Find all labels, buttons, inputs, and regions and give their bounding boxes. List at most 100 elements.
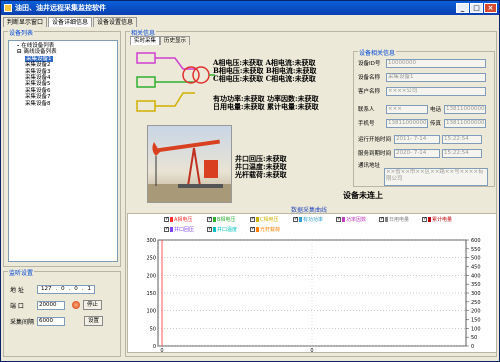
port-input[interactable]: 20000	[37, 300, 65, 310]
main-tabs: 判断显示窗口 设备详细信息 设备设置信息	[3, 17, 138, 27]
pumpjack-illustration	[148, 139, 231, 202]
y-right-tick-label: 300	[471, 291, 481, 297]
device-id-label: 设备ID号	[358, 61, 381, 67]
service-time-picker[interactable]: 15:22:54	[442, 148, 482, 158]
fax-label: 传真	[430, 121, 442, 127]
y-right-tick-label: 400	[471, 273, 481, 279]
tab-device-details[interactable]: 设备详细信息	[48, 17, 93, 27]
tree-item-label: 采集设备3	[25, 68, 51, 75]
y-right-tick-label: 0	[471, 344, 474, 350]
interval-label: 采集间隔	[10, 318, 35, 326]
start-date-picker[interactable]: 2011- 7-14	[394, 134, 440, 144]
maximize-button[interactable]: □	[470, 3, 483, 13]
y-right-tick-label: 200	[471, 309, 481, 315]
tree-item-label: 采集设备8	[25, 100, 51, 107]
device-list-group: 设备列表 - 在线设备列表 ⊟ 离线设备列表 采集设备1 采集设备2 采集设备3 采集设备4 采…	[3, 28, 121, 267]
pumpjack-image	[147, 125, 232, 203]
y-right-tick-label: 450	[471, 265, 481, 271]
sub-tabs: 实时采集 历史显示	[130, 36, 191, 45]
listen-settings-title: 监听设置	[8, 268, 35, 277]
device-name-field[interactable]: 采集设备1	[386, 72, 486, 82]
meter-box-a	[136, 52, 156, 64]
device-tree[interactable]: - 在线设备列表 ⊟ 离线设备列表 采集设备1 采集设备2 采集设备3 采集设备4 采集设备5 采…	[8, 40, 118, 262]
tab-display[interactable]: 判断显示窗口	[3, 17, 48, 27]
device-info-title: 设备相关信息	[358, 48, 397, 57]
power-values: 有功功率:未获取 功率因数:未获取 日用电量:未获取 累计电量:未获取	[213, 95, 319, 111]
main-window: 油田、油井远程采集监控软件 _ □ × 判断显示窗口 设备详细信息 设备设置信息…	[0, 0, 500, 362]
y-left-tick-label: 100	[146, 309, 156, 315]
y-right-tick-label: 600	[471, 238, 481, 244]
counterweight	[204, 160, 218, 178]
fax-field[interactable]: 13811000000	[444, 118, 486, 128]
service-expiry-label: 服务到期时间	[358, 151, 392, 157]
well-values: 井口回压:未获取 井口温度:未获取 光杆载荷:未获取	[235, 155, 287, 179]
chart-container: ✓ A相电压 ✓ B相电压 ✓ C相电压 ✓ 有功功率 ✓ 功率因数 ✓ 日用电量 ✓ 累计电量 ✓ 井口回压…	[127, 213, 497, 354]
phase-c-values: C相电压:未获取 C相电流:未获取	[213, 74, 316, 83]
device-list-title: 设备列表	[8, 28, 35, 37]
tree-item-label: 采集设备7	[25, 94, 51, 101]
device-name-label: 设备名称	[358, 75, 381, 81]
x-tick-label: 0	[160, 348, 163, 354]
tree-item[interactable]: 采集设备8	[11, 101, 115, 107]
ip-octet-3: 0	[74, 285, 78, 292]
contact-field[interactable]: ×××	[386, 104, 428, 114]
tree-item-label: 采集设备5	[25, 81, 51, 88]
listen-settings-group: 监听设置 地 址 127. 0. 0. 1 端 口 20000 停止 采集间隔 …	[3, 268, 121, 357]
ip-octet-1: 127	[40, 285, 52, 292]
connection-status: 设备未连上	[343, 191, 383, 200]
port-label: 端 口	[10, 302, 24, 310]
minimize-button[interactable]: _	[456, 3, 469, 13]
address-info-label: 通讯地址	[358, 163, 381, 169]
ip-address-input[interactable]: 127. 0. 0. 1	[37, 284, 95, 294]
y-right-tick-label: 150	[471, 318, 481, 324]
ip-octet-4: 1	[87, 285, 91, 292]
tree-expander-icon[interactable]: ⊟	[17, 49, 22, 55]
stop-button[interactable]: 停止	[83, 300, 103, 310]
set-button[interactable]: 设置	[84, 316, 104, 326]
title-bar[interactable]: 油田、油井远程采集监控软件 _ □ ×	[1, 1, 499, 15]
start-time-picker[interactable]: 15:22:54	[442, 134, 482, 144]
contact-label: 联系人	[358, 107, 375, 113]
rod-load-value: 光杆载荷:未获取	[235, 170, 287, 179]
customer-field[interactable]: ××××公司	[386, 86, 486, 96]
ip-octet-2: 0	[61, 285, 65, 292]
walking-beam	[158, 139, 220, 153]
mobile-field[interactable]: 13811000000	[386, 118, 428, 128]
y-right-tick-label: 550	[471, 247, 481, 253]
y-right-tick-label: 500	[471, 256, 481, 262]
close-button[interactable]: ×	[484, 3, 497, 13]
phone-field[interactable]: 13811000000	[444, 104, 486, 114]
wiring-diagram	[136, 52, 215, 112]
app-icon	[4, 4, 12, 12]
customer-label: 客户名称	[358, 89, 381, 95]
y-right-tick-label: 50	[471, 335, 477, 341]
device-id-field[interactable]: 10000000	[386, 58, 486, 68]
pumpjack-frame	[186, 147, 202, 187]
tab-history[interactable]: 历史显示	[160, 36, 191, 45]
address-textarea[interactable]: ××省××市××区××路××号××××有限公司	[384, 168, 488, 186]
tab-device-settings[interactable]: 设备设置信息	[93, 17, 138, 27]
app-title: 油田、油井远程采集监控软件	[15, 4, 106, 12]
left-panel: 设备列表 - 在线设备列表 ⊟ 离线设备列表 采集设备1 采集设备2 采集设备3 采集设备4 采…	[3, 27, 121, 357]
status-light-icon	[72, 301, 80, 309]
meter-box-b	[136, 76, 156, 88]
base	[178, 184, 223, 188]
y-left-tick-label: 0	[153, 344, 156, 350]
y-right-tick-label: 100	[471, 326, 481, 332]
tab-realtime[interactable]: 实时采集	[130, 36, 161, 45]
address-label: 地 址	[10, 286, 24, 294]
y-left-tick-label: 200	[146, 273, 156, 279]
right-panel: 相关信息 实时采集 历史显示 A相电压:未获取 A相电流:未获取 B相电压:未获…	[125, 27, 497, 357]
y-left-tick-label: 250	[146, 256, 156, 262]
y-left-tick-label: 150	[146, 291, 156, 297]
power-values-row2: 日用电量:未获取 累计电量:未获取	[213, 102, 319, 111]
tree-item-label: 采集设备2	[25, 62, 51, 69]
y-left-tick-label: 50	[150, 326, 156, 332]
device-info-group: 设备相关信息 设备ID号 10000000 设备名称 采集设备1 客户名称 ××…	[353, 48, 495, 187]
service-date-picker[interactable]: 2020- 7-14	[394, 148, 440, 158]
y-left-tick-label: 300	[146, 238, 156, 244]
start-time-label: 运行开始时间	[358, 137, 392, 143]
meter-box-c	[136, 100, 156, 112]
tree-item-label: 离线设备列表	[23, 49, 57, 56]
interval-input[interactable]: 6000	[37, 316, 65, 326]
